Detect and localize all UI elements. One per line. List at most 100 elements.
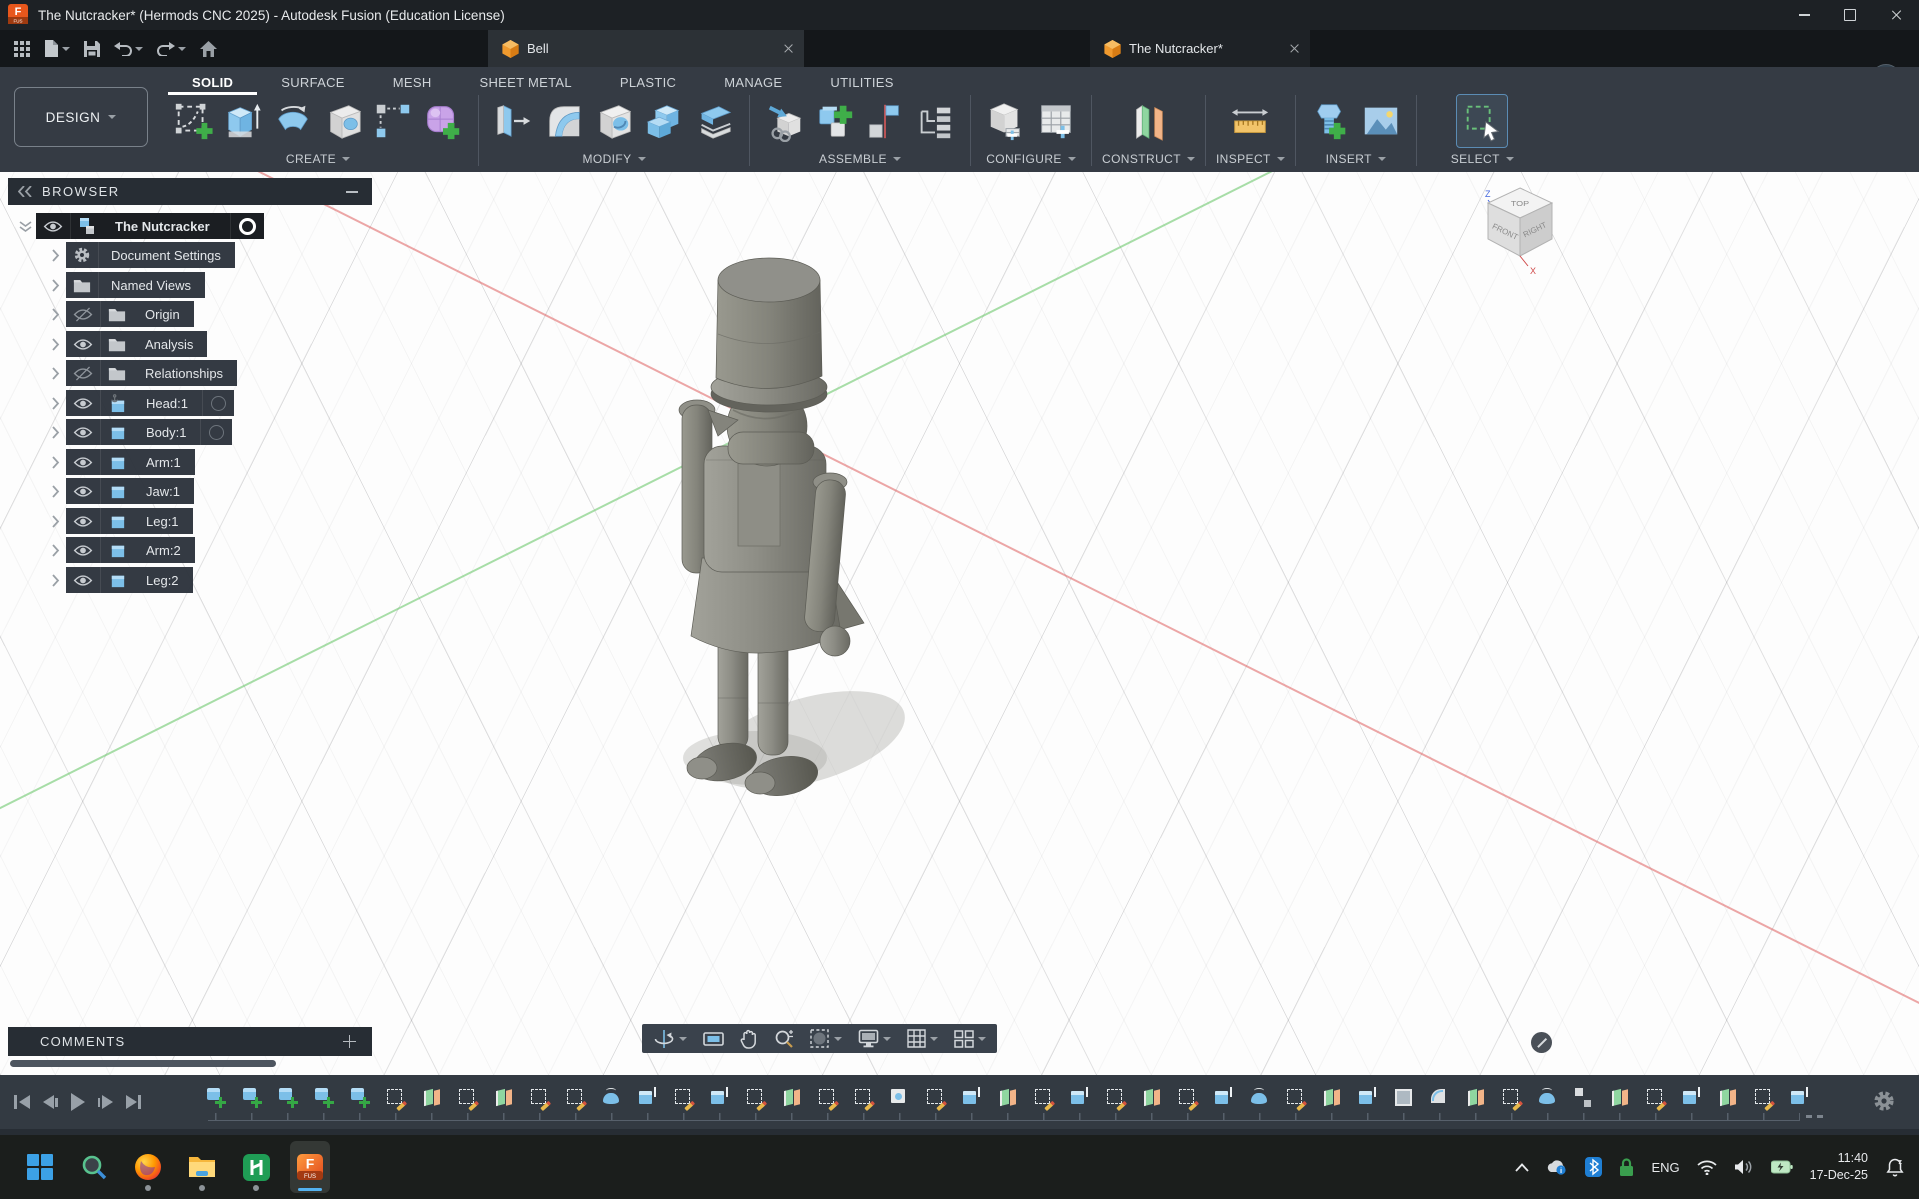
revolve-feature-icon[interactable]: [602, 1087, 622, 1109]
ribbon-tab-solid[interactable]: SOLID: [168, 75, 257, 95]
viewcube-top-face[interactable]: TOP: [1511, 200, 1530, 208]
expand-chevron-icon[interactable]: [44, 426, 66, 439]
sketch-feature-icon[interactable]: [1178, 1087, 1198, 1109]
browser-row-arm1[interactable]: Arm:1: [44, 449, 195, 475]
minimize-panel-icon[interactable]: [346, 191, 358, 193]
sketch-feature-icon[interactable]: [530, 1087, 550, 1109]
restore-button[interactable]: [1827, 0, 1873, 30]
document-tab-nutcracker[interactable]: The Nutcracker*: [1090, 30, 1310, 67]
fillet-feature-icon[interactable]: [1430, 1087, 1450, 1109]
extrude-feature-icon[interactable]: [1790, 1087, 1810, 1109]
step-back-button[interactable]: [41, 1093, 60, 1111]
tab-close-icon[interactable]: [783, 43, 794, 54]
expand-chevron-icon[interactable]: [44, 338, 66, 351]
skip-to-start-button[interactable]: [12, 1093, 32, 1111]
viewports-button[interactable]: [951, 1028, 989, 1050]
group-label-assemble[interactable]: ASSEMBLE: [819, 152, 901, 166]
fusion-app[interactable]: FFUS: [290, 1141, 330, 1193]
combine-button[interactable]: [639, 95, 689, 147]
hole-button[interactable]: [318, 95, 368, 147]
activate-component-radio[interactable]: [200, 419, 232, 445]
file-explorer-app[interactable]: [182, 1141, 222, 1193]
extrude-feature-icon[interactable]: [962, 1087, 982, 1109]
notification-bell-zz-icon[interactable]: z: [1885, 1157, 1905, 1177]
ribbon-tab-mesh[interactable]: MESH: [369, 75, 456, 95]
sketch-feature-icon[interactable]: [1502, 1087, 1522, 1109]
skip-to-end-button[interactable]: [124, 1093, 144, 1111]
browser-row-leg1[interactable]: Leg:1: [44, 508, 193, 534]
pan-button[interactable]: [737, 1027, 761, 1051]
sketch-feature-icon[interactable]: [674, 1087, 694, 1109]
ribbon-tab-manage[interactable]: MANAGE: [700, 75, 806, 95]
start-button[interactable]: [20, 1141, 60, 1193]
sketch-feature-icon[interactable]: [458, 1087, 478, 1109]
ink-indicator-icon[interactable]: [1531, 1032, 1552, 1053]
firefox-app[interactable]: [128, 1141, 168, 1193]
construct-plane-button[interactable]: [1123, 95, 1173, 147]
sketch-feature-icon[interactable]: [1286, 1087, 1306, 1109]
plane-feature-icon[interactable]: [1322, 1087, 1342, 1109]
view-cube[interactable]: Z TOP FRONT RIGHT X: [1468, 182, 1568, 280]
group-label-construct[interactable]: CONSTRUCT: [1102, 152, 1195, 166]
step-forward-button[interactable]: [96, 1093, 115, 1111]
extrude-button[interactable]: [218, 95, 268, 147]
tab-close-icon[interactable]: [1289, 43, 1300, 54]
collapse-chevron-icon[interactable]: [14, 220, 36, 233]
timeline-scrollbar-thumb[interactable]: [10, 1060, 276, 1067]
sketch-feature-icon[interactable]: [854, 1087, 874, 1109]
clock[interactable]: 11:40 17-Dec-25: [1810, 1150, 1868, 1184]
visibility-eye-icon[interactable]: [66, 419, 101, 445]
viewport-3d[interactable]: Z TOP FRONT RIGHT X BROWSER The Nutcrack…: [0, 172, 1919, 1075]
bluetooth-icon[interactable]: [1585, 1157, 1602, 1177]
display-settings-button[interactable]: [855, 1027, 894, 1050]
redo-button[interactable]: [153, 38, 190, 60]
group-label-configure[interactable]: CONFIGURE: [986, 152, 1076, 166]
ribbon-tab-sheet-metal[interactable]: SHEET METAL: [456, 75, 596, 95]
component-feature-icon[interactable]: [242, 1087, 262, 1109]
document-tab-bell[interactable]: Bell: [488, 30, 804, 67]
plane-feature-icon[interactable]: [998, 1087, 1018, 1109]
timeline-settings-gear-icon[interactable]: [1872, 1089, 1896, 1118]
browser-row-relationships[interactable]: Relationships: [44, 360, 237, 386]
new-component-button[interactable]: [810, 95, 860, 147]
extrude-feature-icon[interactable]: [1214, 1087, 1234, 1109]
plane-feature-icon[interactable]: [1718, 1087, 1738, 1109]
vpn-lock-icon[interactable]: [1619, 1158, 1634, 1177]
extrude-feature-icon[interactable]: [638, 1087, 658, 1109]
minimize-button[interactable]: [1781, 0, 1827, 30]
component-feature-icon[interactable]: [206, 1087, 226, 1109]
sketch-feature-icon[interactable]: [746, 1087, 766, 1109]
plane-feature-icon[interactable]: [1466, 1087, 1486, 1109]
plane-feature-icon[interactable]: [1610, 1087, 1630, 1109]
insert-fastener-button[interactable]: [1306, 95, 1356, 147]
file-menu-button[interactable]: [40, 36, 74, 61]
plane-feature-icon[interactable]: [1142, 1087, 1162, 1109]
ribbon-tab-utilities[interactable]: UTILITIES: [806, 75, 917, 95]
look-at-button[interactable]: [700, 1028, 727, 1050]
browser-row-origin[interactable]: Origin: [44, 301, 194, 327]
sketch-feature-icon[interactable]: [566, 1087, 586, 1109]
browser-row-arm2[interactable]: Arm:2: [44, 537, 195, 563]
activate-component-radio[interactable]: [202, 390, 234, 416]
sketch-feature-icon[interactable]: [1106, 1087, 1126, 1109]
browser-row-body[interactable]: Body:1: [44, 419, 232, 445]
nutcracker-model[interactable]: [590, 230, 930, 830]
extrude-feature-icon[interactable]: [1358, 1087, 1378, 1109]
group-label-select[interactable]: SELECT: [1451, 152, 1514, 166]
expand-chevron-icon[interactable]: [44, 544, 66, 557]
browser-row-named-views[interactable]: Named Views: [44, 272, 205, 298]
expand-chevron-icon[interactable]: [44, 574, 66, 587]
visibility-eye-icon[interactable]: [36, 213, 71, 239]
revolve-button[interactable]: [268, 95, 318, 147]
battery-icon[interactable]: [1771, 1159, 1793, 1175]
create-sketch-button[interactable]: [168, 95, 218, 147]
group-label-inspect[interactable]: INSPECT: [1216, 152, 1285, 166]
browser-row-jaw[interactable]: Jaw:1: [44, 478, 194, 504]
comments-panel-header[interactable]: COMMENTS: [8, 1027, 372, 1056]
play-button[interactable]: [69, 1091, 87, 1113]
joint-button[interactable]: [860, 95, 910, 147]
extrude-feature-icon[interactable]: [1070, 1087, 1090, 1109]
expand-chevron-icon[interactable]: [44, 367, 66, 380]
add-comment-icon[interactable]: [343, 1035, 356, 1048]
tray-chevron-icon[interactable]: [1515, 1163, 1529, 1172]
